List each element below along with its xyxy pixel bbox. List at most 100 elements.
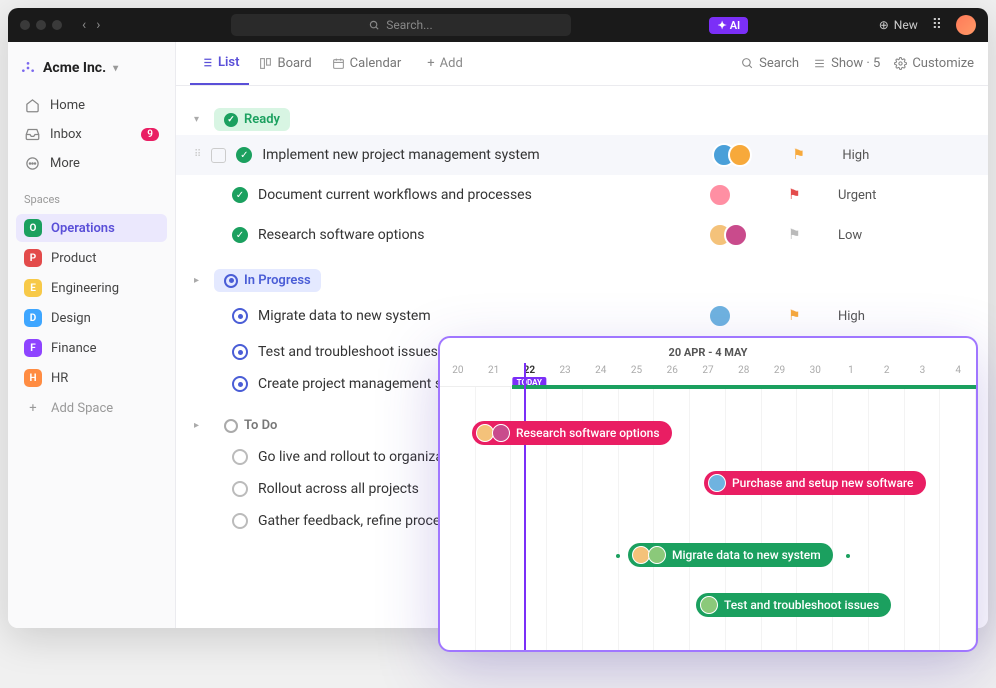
status-pill-todo[interactable]: To Do — [214, 414, 287, 437]
flag-icon[interactable]: ⚑ — [792, 147, 832, 163]
task-row[interactable]: ⠿✓Implement new project management syste… — [176, 135, 988, 175]
more-icon — [24, 156, 40, 171]
assignees — [708, 183, 778, 207]
gantt-bar-test[interactable]: Test and troubleshoot issues — [696, 593, 891, 617]
collapse-toggle[interactable]: ▸ — [194, 420, 204, 431]
timeline-date: 20 — [440, 363, 476, 386]
space-item-finance[interactable]: F Finance — [16, 334, 167, 362]
progress-circle-icon — [232, 376, 248, 392]
space-icon: H — [24, 369, 42, 387]
status-group-ready: ▾ Ready ⠿✓Implement new project manageme… — [176, 104, 988, 255]
space-item-engineering[interactable]: E Engineering — [16, 274, 167, 302]
nav-more[interactable]: More — [16, 150, 167, 177]
gantt-bar-research[interactable]: Research software options — [472, 421, 672, 445]
space-icon: F — [24, 339, 42, 357]
avatar — [492, 424, 510, 442]
avatar[interactable] — [708, 183, 732, 207]
collapse-toggle[interactable]: ▸ — [194, 275, 204, 286]
traffic-close[interactable] — [20, 20, 30, 30]
view-tab-board[interactable]: Board — [249, 42, 321, 85]
traffic-maximize[interactable] — [52, 20, 62, 30]
view-tab-calendar[interactable]: Calendar — [322, 42, 412, 85]
checkbox[interactable] — [211, 148, 226, 163]
view-toolbar: List Board Calendar + Add Sear — [176, 42, 988, 86]
timeline-date-scale: 202122TODAY23242526272829301234 — [440, 363, 976, 387]
space-label: HR — [51, 371, 68, 386]
plus-icon: + — [427, 56, 434, 71]
view-tab-list[interactable]: List — [190, 42, 249, 85]
traffic-minimize[interactable] — [36, 20, 46, 30]
ai-button[interactable]: ✦ AI — [709, 17, 748, 34]
calendar-icon — [332, 57, 345, 70]
user-avatar[interactable] — [956, 15, 976, 35]
timeline-date: 4 — [940, 363, 976, 386]
search-button[interactable]: Search — [741, 56, 799, 71]
gantt-handle[interactable] — [846, 554, 850, 558]
timeline-date: 27 — [690, 363, 726, 386]
apps-grid-icon[interactable]: ⠿ — [932, 17, 942, 33]
show-button[interactable]: Show · 5 — [813, 56, 880, 71]
inbox-badge: 9 — [141, 128, 159, 141]
add-space-button[interactable]: + Add Space — [16, 396, 167, 421]
collapse-toggle[interactable]: ▾ — [194, 114, 204, 125]
timeline-date: 1 — [833, 363, 869, 386]
timeline-body[interactable]: Research software options Purchase and s… — [440, 387, 976, 652]
space-item-design[interactable]: D Design — [16, 304, 167, 332]
task-row[interactable]: ✓Research software options⚑Low — [176, 215, 988, 255]
new-button[interactable]: ⊕ New — [879, 18, 918, 32]
space-label: Operations — [51, 221, 115, 236]
assignees — [712, 143, 782, 167]
avatar[interactable] — [728, 143, 752, 167]
flag-icon[interactable]: ⚑ — [788, 308, 828, 324]
back-button[interactable]: ‹ — [82, 17, 86, 33]
space-icon: P — [24, 249, 42, 267]
space-label: Finance — [51, 341, 96, 356]
timeline-date: 25 — [619, 363, 655, 386]
timeline-baseline — [512, 385, 978, 389]
gantt-handle[interactable] — [616, 554, 620, 558]
gantt-bar-purchase[interactable]: Purchase and setup new software — [704, 471, 926, 495]
customize-button[interactable]: Customize — [894, 56, 974, 71]
space-item-hr[interactable]: H HR — [16, 364, 167, 392]
priority-label: High — [838, 309, 865, 324]
workspace-logo-icon — [20, 60, 36, 76]
board-icon — [259, 57, 272, 70]
avatar[interactable] — [724, 223, 748, 247]
nav-inbox[interactable]: Inbox 9 — [16, 121, 167, 148]
assignees — [708, 223, 778, 247]
space-label: Design — [51, 311, 91, 326]
timeline-date: 29 — [762, 363, 798, 386]
avatar[interactable] — [708, 304, 732, 328]
timeline-range: 20 APR - 4 MAY — [440, 338, 976, 363]
space-label: Engineering — [51, 281, 119, 296]
history-nav: ‹ › — [82, 17, 100, 33]
search-icon — [369, 20, 380, 31]
priority-label: Urgent — [838, 188, 876, 203]
space-item-operations[interactable]: OOperations — [16, 214, 167, 242]
status-pill-in-progress[interactable]: In Progress — [214, 269, 321, 292]
forward-button[interactable]: › — [96, 17, 100, 33]
avatar — [708, 474, 726, 492]
status-pill-ready[interactable]: Ready — [214, 108, 290, 131]
gantt-bar-migrate[interactable]: Migrate data to new system — [628, 543, 833, 567]
task-row[interactable]: ✓Document current workflows and processe… — [176, 175, 988, 215]
workspace-switcher[interactable]: Acme Inc. ▾ — [16, 54, 167, 90]
drag-handle-icon[interactable]: ⠿ — [194, 153, 201, 157]
space-item-product[interactable]: PProduct — [16, 244, 167, 272]
search-input[interactable]: Search... — [231, 14, 571, 36]
sliders-icon — [813, 57, 826, 70]
add-view-button[interactable]: + Add — [417, 42, 473, 85]
space-icon: E — [24, 279, 42, 297]
flag-icon[interactable]: ⚑ — [788, 227, 828, 243]
progress-circle-icon — [224, 274, 238, 288]
space-icon: D — [24, 309, 42, 327]
spaces-header: Spaces — [16, 179, 167, 212]
nav-home[interactable]: Home — [16, 92, 167, 119]
task-row[interactable]: Migrate data to new system ⚑ High — [176, 296, 988, 336]
timeline-date: 3 — [905, 363, 941, 386]
inbox-icon — [24, 127, 40, 142]
flag-icon[interactable]: ⚑ — [788, 187, 828, 203]
progress-circle-icon — [232, 308, 248, 324]
task-title: Migrate data to new system — [258, 308, 698, 324]
plus-icon: + — [24, 401, 42, 416]
